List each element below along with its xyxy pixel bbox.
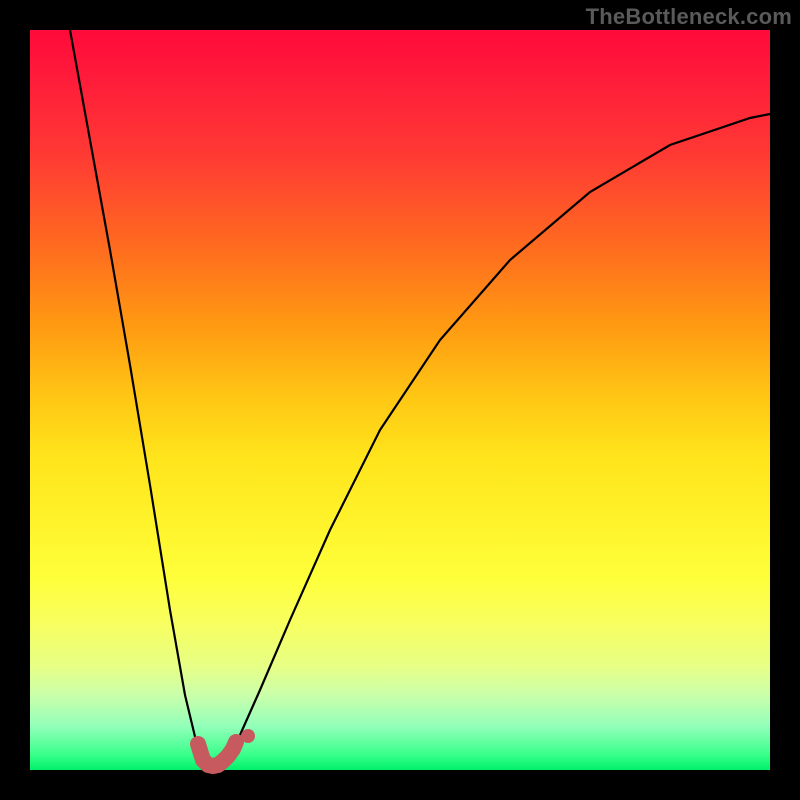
curve-layer <box>70 30 770 766</box>
curve-left-branch <box>70 30 210 758</box>
curve-valley-bump <box>198 742 236 766</box>
curve-marker-dot <box>241 729 255 743</box>
chart-frame: TheBottleneck.com <box>0 0 800 800</box>
attribution-label: TheBottleneck.com <box>586 4 792 30</box>
curve-right-branch <box>240 114 770 735</box>
chart-svg <box>30 30 770 770</box>
chart-plot-area <box>30 30 770 770</box>
